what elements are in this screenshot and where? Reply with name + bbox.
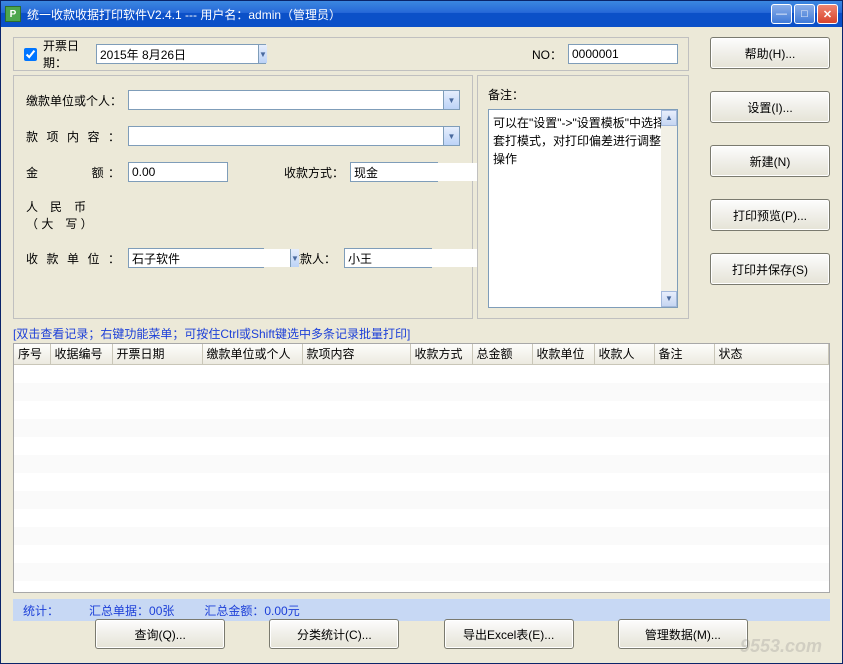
memo-label: 备注： [488,86,678,103]
rmb-label-line1: 人 民 币 [26,200,86,214]
col-status[interactable]: 状态 [714,344,829,364]
summary-bar: 统计： 汇总单据：00张 汇总金额：0.00元 [13,599,830,621]
summary-amount: 汇总金额：0.00元 [204,602,299,619]
col-total[interactable]: 总金额 [472,344,532,364]
rmb-label-line2: （ 大 写 ） [26,217,93,231]
col-seq[interactable]: 序号 [14,344,50,364]
hint-text: [双击查看记录；右键功能菜单；可按住Ctrl或Shift键选中多条记录批量打印] [13,325,410,342]
table-body[interactable] [14,365,829,594]
settings-button[interactable]: 设置(I)... [710,91,830,123]
help-button[interactable]: 帮助(H)... [710,37,830,69]
close-button[interactable]: ✕ [817,4,838,24]
scroll-down-icon[interactable]: ▼ [661,291,677,307]
payee-unit-input[interactable] [129,249,290,267]
export-excel-button[interactable]: 导出Excel表(E)... [444,619,574,649]
print-save-button[interactable]: 打印并保存(S) [710,253,830,285]
no-input[interactable] [568,44,678,64]
scrollbar[interactable]: ▲ ▼ [661,110,677,307]
dropdown-icon[interactable]: ▼ [258,45,267,63]
rmb-label: 人 民 币 （ 大 写 ） [26,198,120,232]
window-title: 统一收款收据打印软件V2.4.1 --- 用户名：admin（管理员） [27,6,771,23]
scroll-up-icon[interactable]: ▲ [661,110,677,126]
titlebar: P 统一收款收据打印软件V2.4.1 --- 用户名：admin（管理员） — … [1,1,842,27]
query-button[interactable]: 查询(Q)... [95,619,225,649]
col-item[interactable]: 款项内容 [302,344,410,364]
item-input[interactable] [129,127,443,145]
minimize-button[interactable]: — [771,4,792,24]
maximize-button[interactable]: □ [794,4,815,24]
manage-data-button[interactable]: 管理数据(M)... [618,619,748,649]
col-memo[interactable]: 备注 [654,344,714,364]
dropdown-icon[interactable]: ▼ [290,249,299,267]
payer-combo[interactable]: ▼ [128,90,460,110]
col-paymethod[interactable]: 收款方式 [410,344,472,364]
dropdown-icon[interactable]: ▼ [443,127,459,145]
item-combo[interactable]: ▼ [128,126,460,146]
app-window: P 统一收款收据打印软件V2.4.1 --- 用户名：admin（管理员） — … [0,0,843,664]
paymethod-label: 收款方式： [284,164,342,181]
bottom-button-bar: 查询(Q)... 分类统计(C)... 导出Excel表(E)... 管理数据(… [13,619,830,649]
col-payer[interactable]: 缴款单位或个人 [202,344,302,364]
dropdown-icon[interactable]: ▼ [443,91,459,109]
form-panel: 缴款单位或个人： ▼ 款 项 内 容 ： ▼ 金 额： 收款方式： [13,75,473,319]
date-label: 开票日期： [43,37,90,71]
col-date[interactable]: 开票日期 [112,344,202,364]
new-button[interactable]: 新建(N) [710,145,830,177]
payee-person-combo[interactable]: ▼ [344,248,432,268]
content-area: 开票日期： ▼ NO： 缴款单位或个人： ▼ 款 项 内 容 ： ▼ [1,27,842,663]
top-bar: 开票日期： ▼ NO： [13,37,689,71]
memo-text: 可以在"设置"->"设置模板"中选择套打模式，对打印偏差进行调整等操作 [493,116,673,166]
amount-input[interactable] [128,162,228,182]
col-receipt-no[interactable]: 收据编号 [50,344,112,364]
no-label: NO： [532,46,562,63]
col-payee-unit[interactable]: 收款单位 [532,344,594,364]
payee-unit-combo[interactable]: ▼ [128,248,264,268]
date-checkbox[interactable] [24,48,37,61]
memo-panel: 备注： 可以在"设置"->"设置模板"中选择套打模式，对打印偏差进行调整等操作 … [477,75,689,319]
date-picker[interactable]: ▼ [96,44,266,64]
memo-textarea[interactable]: 可以在"设置"->"设置模板"中选择套打模式，对打印偏差进行调整等操作 ▲ ▼ [488,109,678,308]
summary-label: 统计： [23,602,59,619]
print-preview-button[interactable]: 打印预览(P)... [710,199,830,231]
item-label: 款 项 内 容 ： [26,128,120,145]
payer-input[interactable] [129,91,443,109]
date-input[interactable] [97,45,258,63]
app-icon: P [5,6,21,22]
payee-unit-label: 收 款 单 位 ： [26,250,120,267]
amount-label: 金 额： [26,164,120,181]
side-button-panel: 帮助(H)... 设置(I)... 新建(N) 打印预览(P)... 打印并保存… [710,37,830,285]
payer-label: 缴款单位或个人： [26,92,120,109]
stats-button[interactable]: 分类统计(C)... [269,619,399,649]
summary-docs: 汇总单据：00张 [89,602,174,619]
records-table[interactable]: 序号 收据编号 开票日期 缴款单位或个人 款项内容 收款方式 总金额 收款单位 … [13,343,830,593]
col-payee-person[interactable]: 收款人 [594,344,654,364]
paymethod-combo[interactable]: ▼ [350,162,438,182]
table-header-row: 序号 收据编号 开票日期 缴款单位或个人 款项内容 收款方式 总金额 收款单位 … [14,344,829,364]
